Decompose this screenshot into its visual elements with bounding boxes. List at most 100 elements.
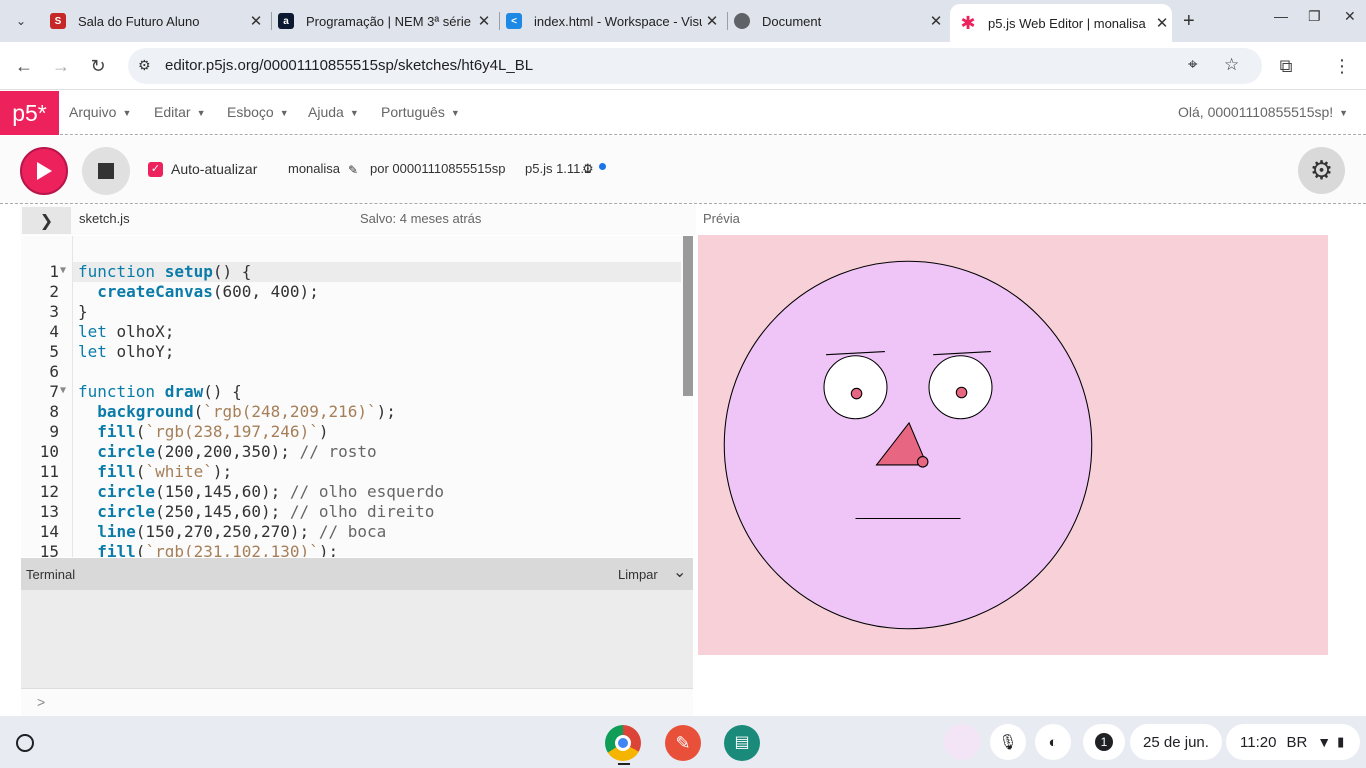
play-icon [37,162,52,180]
extensions-icon[interactable]: ⧉ [1274,54,1298,78]
line-number: 7 [49,382,59,401]
holding-space-icon[interactable] [944,724,980,760]
p5-asterisk-icon: ✱ [960,12,976,33]
save-status: Salvo: 4 meses atrás [360,211,482,226]
fold-arrow-icon[interactable]: ▼ [60,265,66,276]
terminal-input[interactable]: > [21,688,693,716]
os-shelf: ✎ ▤ 🎙 ◐ 1 25 de jun. 11:20 BR ▼ ▮ [0,716,1366,768]
caret-down-icon: ▼ [349,108,359,118]
launcher-icon[interactable] [16,734,34,752]
code-line[interactable]: circle(150,145,60); // olho esquerdo [78,482,444,501]
code-line[interactable]: circle(200,200,350); // rosto [78,442,376,461]
auto-refresh-checkbox[interactable]: ✓ [148,162,163,177]
version-settings-icon[interactable]: ⚙ [582,161,594,177]
settings-gear-button[interactable]: ⚙ [1298,147,1345,194]
editor-scrollbar[interactable] [683,236,693,396]
update-dot-icon [599,163,606,170]
sketch-owner: por 00001110855515sp [370,161,506,176]
code-line[interactable]: background(`rgb(248,209,216)`); [78,402,396,421]
browser-tab[interactable]: a Programação | NEM 3ª série ✕ [268,6,500,36]
browser-tab[interactable]: < index.html - Workspace - Visual Studio… [496,6,728,36]
p5-logo[interactable]: p5* [0,91,59,135]
more-menu-icon[interactable]: ⋮ [1330,54,1354,78]
gear-icon: ⚙ [1309,155,1334,185]
sketch-name[interactable]: monalisa [288,161,340,176]
close-tab-icon[interactable]: ✕ [246,12,266,30]
close-tab-icon[interactable]: ✕ [702,12,722,30]
line-number: 9 [49,422,59,441]
code-line[interactable]: let olhoY; [78,342,174,361]
code-line[interactable]: } [78,302,88,321]
back-arrow-icon[interactable]: ← [12,54,36,78]
auto-refresh-label: Auto-atualizar [171,161,258,177]
keyboard-locale: BR [1286,733,1308,751]
code-line[interactable]: createCanvas(600, 400); [78,282,319,301]
stop-icon [98,163,114,179]
line-number: 6 [49,362,59,381]
minimize-icon[interactable]: — [1274,8,1288,24]
terminal-clear-button[interactable]: Limpar [618,567,658,582]
vscode-icon: < [506,13,522,29]
expand-sidebar-button[interactable]: ❯ [22,207,71,234]
classroom-app-icon[interactable]: ▤ [724,725,760,761]
line-number: 14 [39,522,59,541]
line-number: 1 [49,262,59,281]
select-to-speak-icon[interactable]: ◐ [1035,724,1071,760]
browser-tab[interactable]: Document ✕ [724,6,946,36]
p5-toolbar: ✓ Auto-atualizar monalisa ✎ por 00001110… [0,136,1366,204]
line-number: 8 [49,402,59,421]
caret-down-icon: ▼ [279,108,289,118]
restore-icon[interactable]: ❐ [1308,8,1321,25]
play-button[interactable] [20,147,68,195]
site-settings-icon[interactable]: ⚙ [138,57,151,74]
tab-search-chevron-icon[interactable]: ⌄ [8,8,34,34]
clock: 11:20 [1240,733,1277,751]
forward-arrow-icon[interactable]: → [49,54,73,78]
line-gutter: 1 ▼ 2 3 4 5 6 7 ▼ 8 9 10 11 12 13 14 15 [21,236,73,557]
code-line[interactable]: function setup() { [78,262,251,281]
left-pupil [850,387,863,400]
reload-icon[interactable]: ↻ [86,54,110,78]
close-tab-icon[interactable]: ✕ [474,12,494,30]
line-number: 3 [49,302,59,321]
menu-editar[interactable]: Editar ▼ [154,104,206,120]
notification-badge[interactable]: 1 [1083,724,1125,760]
close-tab-icon[interactable]: ✕ [926,12,946,30]
location-off-icon[interactable]: ⌖ [1188,55,1198,75]
browser-tab[interactable]: S Sala do Futuro Aluno ✕ [40,6,272,36]
code-line[interactable]: circle(250,145,60); // olho direito [78,502,434,521]
menu-language[interactable]: Português ▼ [381,104,460,120]
code-editor[interactable]: 1 ▼ 2 3 4 5 6 7 ▼ 8 9 10 11 12 13 14 15 function setup()… [21,236,693,557]
new-tab-icon[interactable]: + [1183,10,1195,33]
user-menu[interactable]: Olá, 00001110855515sp! ▼ [1178,104,1348,120]
status-area[interactable]: 11:20 BR ▼ ▮ [1226,724,1360,760]
canvas-paint-app-icon[interactable]: ✎ [665,725,701,761]
alura-icon: a [278,13,294,29]
date-pill[interactable]: 25 de jun. [1130,724,1222,760]
preview-canvas[interactable] [698,235,1328,655]
close-tab-icon[interactable]: ✕ [1152,14,1172,32]
pencil-icon[interactable]: ✎ [348,163,358,177]
close-window-icon[interactable]: ✕ [1344,8,1356,25]
line-number: 13 [39,502,59,521]
code-line[interactable]: line(150,270,250,270); // boca [78,522,386,541]
bookmark-star-icon[interactable]: ☆ [1224,55,1239,75]
collapse-chevron-icon[interactable]: ⌄ [673,562,686,582]
file-tab-sketch[interactable]: sketch.js [79,211,130,226]
code-line[interactable]: function draw() { [78,382,242,401]
menu-ajuda[interactable]: Ajuda ▼ [308,104,359,120]
code-line[interactable]: fill(`rgb(238,197,246)`) [78,422,328,441]
browser-tab-active[interactable]: ✱ p5.js Web Editor | monalisa ✕ [950,4,1172,42]
fold-arrow-icon[interactable]: ▼ [60,385,66,396]
menu-esboco[interactable]: Esboço ▼ [227,104,289,120]
microphone-icon[interactable]: 🎙 [990,724,1026,760]
address-bar[interactable]: ⚙ editor.p5js.org/00001110855515sp/sketc… [128,48,1262,84]
terminal-title: Terminal [26,567,76,582]
code-line[interactable]: fill(`rgb(231,102,130)`); [78,542,338,557]
menu-arquivo[interactable]: Arquivo ▼ [69,104,131,120]
code-line[interactable]: fill(`white`); [78,462,232,481]
chrome-app-icon[interactable] [605,725,641,761]
battery-icon: ▮ [1337,734,1345,749]
stop-button[interactable] [82,147,130,195]
code-line[interactable]: let olhoX; [78,322,174,341]
